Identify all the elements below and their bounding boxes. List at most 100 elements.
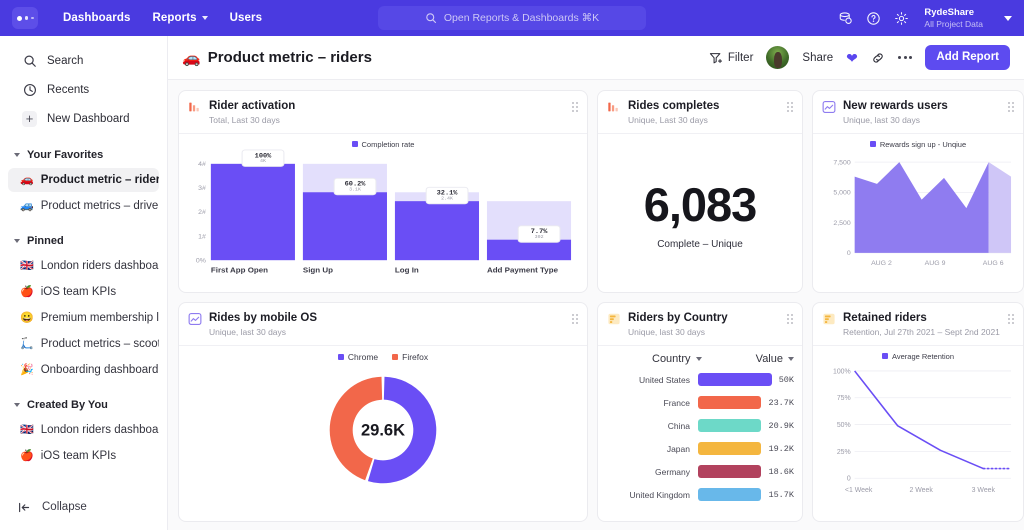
nav-item-users[interactable]: Users [219, 7, 273, 29]
rides-by-mobile-os-chart[interactable]: 29.6K [187, 362, 579, 509]
sidebar-item-search[interactable]: Search [8, 47, 159, 74]
svg-text:1#: 1# [198, 234, 206, 241]
chart-legend: Average Retention [821, 352, 1015, 361]
svg-text:25%: 25% [837, 449, 851, 456]
card-subtitle: Unique, last 30 days [628, 327, 728, 338]
search-placeholder: Open Reports & Dashboards ⌘K [444, 12, 599, 24]
sidebar-item-label: Search [47, 55, 83, 67]
sidebar-group-pinned[interactable]: Pinned [0, 229, 167, 253]
scooter-emoji-icon: 🛴 [20, 339, 34, 350]
app-logo-icon[interactable] [12, 7, 38, 29]
legend-swatch [338, 354, 344, 360]
sidebar-item-product-metrics-drivers[interactable]: 🚙 Product metrics – drivers [8, 194, 159, 218]
table-row[interactable]: United States50K [606, 369, 794, 391]
sidebar-group-label: Pinned [27, 235, 64, 247]
drag-handle-icon[interactable] [787, 314, 793, 324]
country-label: China [606, 421, 698, 431]
svg-text:75%: 75% [837, 395, 851, 402]
sidebar-item-product-metric-riders[interactable]: 🚗 Product metric – riders [8, 168, 159, 192]
drag-handle-icon[interactable] [572, 314, 578, 324]
sidebar-item-label: London riders dashboard [41, 424, 159, 436]
drag-handle-icon[interactable] [787, 102, 793, 112]
svg-text:5,000: 5,000 [833, 190, 851, 197]
card-title: Riders by Country [628, 311, 728, 326]
sidebar-item-london-riders-dashboard[interactable]: 🇬🇧 London riders dashboard [8, 254, 159, 278]
legend-swatch [392, 354, 398, 360]
chevron-down-icon [788, 357, 794, 361]
collapse-label: Collapse [42, 501, 87, 513]
drag-handle-icon[interactable] [1008, 314, 1014, 324]
avatar[interactable] [766, 46, 789, 69]
more-horizontal-icon[interactable] [898, 56, 913, 59]
car-emoji-icon: 🚙 [20, 201, 34, 212]
card-subtitle: Total, Last 30 days [209, 115, 295, 126]
sidebar-item-ios-team-kpis-created[interactable]: 🍎 iOS team KPIs [8, 444, 159, 468]
card-title: Rider activation [209, 99, 295, 114]
column-header-country[interactable]: Country [652, 353, 756, 365]
sidebar-item-product-metrics-scooters[interactable]: 🛴 Product metrics – scooters [8, 332, 159, 356]
new-rewards-users-chart[interactable]: 02,5005,0007,500AUG 2AUG 9AUG 6 [821, 149, 1015, 281]
share-button[interactable]: Share [802, 52, 833, 64]
global-search-bar[interactable]: Open Reports & Dashboards ⌘K [378, 6, 646, 30]
svg-text:100%: 100% [833, 368, 851, 375]
link-icon[interactable] [871, 51, 885, 65]
card-rider-activation: Rider activation Total, Last 30 days Com… [178, 90, 588, 293]
database-icon[interactable] [838, 11, 853, 26]
retained-riders-chart[interactable]: 025%50%75%100%<1 Week2 Week3 Week [821, 361, 1015, 510]
svg-text:302: 302 [535, 234, 544, 240]
page-title-text: Product metric – riders [208, 49, 372, 66]
card-body: Chrome Firefox 29.6K [179, 346, 587, 521]
card-title: Rides by mobile OS [209, 311, 317, 326]
gear-icon[interactable] [894, 11, 909, 26]
add-report-button[interactable]: Add Report [925, 45, 1010, 71]
legend-swatch [870, 141, 876, 147]
heart-icon[interactable]: ❤ [846, 51, 858, 65]
main-content: 🚗 Product metric – riders Filter Share [168, 36, 1024, 530]
country-label: United Kingdom [606, 490, 698, 500]
org-switcher[interactable]: RydeShare All Project Data [924, 7, 983, 29]
card-subtitle: Unique, last 30 days [209, 327, 317, 338]
help-circle-icon[interactable] [866, 11, 881, 26]
sidebar-item-premium-membership-launch[interactable]: 😀 Premium membership launch [8, 306, 159, 330]
legend-label: Firefox [402, 352, 428, 362]
legend-label: Average Retention [892, 352, 954, 361]
sidebar-item-label: London riders dashboard [41, 260, 159, 272]
sidebar-item-london-riders-dashboard-created[interactable]: 🇬🇧 London riders dashboard [8, 418, 159, 442]
table-row[interactable]: United Kingdom15.7K [606, 484, 794, 506]
drag-handle-icon[interactable] [572, 102, 578, 112]
sidebar-item-recents[interactable]: Recents [8, 76, 159, 103]
country-label: United States [606, 375, 698, 385]
nav-item-reports[interactable]: Reports [141, 7, 218, 29]
svg-text:7.7%: 7.7% [531, 229, 548, 236]
sidebar-item-new-dashboard[interactable]: + New Dashboard [8, 105, 159, 132]
party-emoji-icon: 🎉 [20, 365, 34, 376]
svg-text:4K: 4K [260, 158, 266, 164]
table-row[interactable]: Germany18.6K [606, 461, 794, 483]
card-rides-completes: Rides completes Unique, Last 30 days 6,0… [597, 90, 803, 293]
sidebar-item-ios-team-kpis[interactable]: 🍎 iOS team KPIs [8, 280, 159, 304]
page-title: 🚗 Product metric – riders [182, 49, 372, 67]
sidebar-group-created-by-you[interactable]: Created By You [0, 393, 167, 417]
sidebar-group-your-favorites[interactable]: Your Favorites [0, 143, 167, 167]
legend-label: Completion rate [362, 140, 415, 149]
card-header: Rides by mobile OS Unique, last 30 days [179, 303, 587, 346]
rider-activation-chart[interactable]: 0%1#2#3#4#100%4KFirst App Open60.2%3.1KS… [187, 149, 579, 281]
sidebar-item-onboarding-dashboard[interactable]: 🎉 Onboarding dashboard [8, 358, 159, 382]
svg-text:Add Payment Type: Add Payment Type [487, 266, 558, 274]
table-row[interactable]: China20.9K [606, 415, 794, 437]
table-row[interactable]: Japan19.2K [606, 438, 794, 460]
filter-button[interactable]: Filter [709, 51, 754, 65]
legend-item: Rewards sign up - Unqiue [870, 140, 966, 149]
org-chevron-down-icon[interactable] [1004, 16, 1012, 21]
legend-swatch [352, 141, 358, 147]
sidebar-collapse-button[interactable]: Collapse [0, 494, 167, 520]
sidebar-group-label: Your Favorites [27, 149, 103, 161]
column-header-value[interactable]: Value [756, 353, 794, 365]
nav-item-dashboards[interactable]: Dashboards [52, 7, 141, 29]
car-emoji-icon: 🚗 [182, 49, 201, 67]
svg-text:100%: 100% [255, 153, 272, 160]
table-row[interactable]: France23.7K [606, 392, 794, 414]
drag-handle-icon[interactable] [1008, 102, 1014, 112]
value-label: 23.7K [768, 398, 794, 408]
metric-block: 6,083 Complete – Unique [606, 140, 794, 288]
